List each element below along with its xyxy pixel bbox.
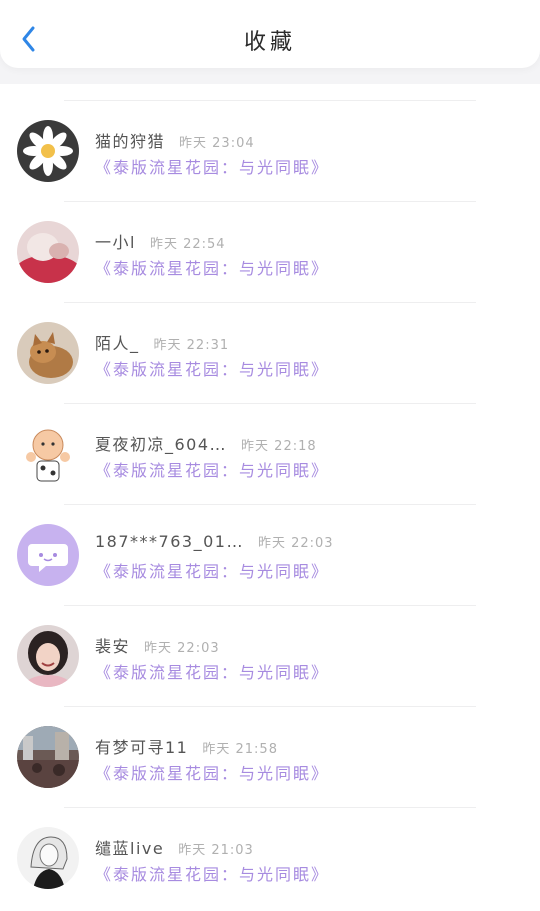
user-name[interactable]: 陌人_ (95, 334, 140, 353)
divider (64, 403, 476, 404)
divider (64, 302, 476, 303)
user-name[interactable]: 缱蓝live (95, 839, 164, 858)
collection-link[interactable]: 《泰版流星花园：与光同眠》 (95, 154, 329, 178)
collection-link[interactable]: 《泰版流星花园：与光同眠》 (95, 861, 329, 885)
divider (64, 201, 476, 202)
chat-bubble-avatar[interactable] (17, 524, 79, 586)
timestamp: 昨天 22:31 (153, 338, 230, 353)
collection-link[interactable]: 《泰版流星花园：与光同眠》 (95, 356, 329, 380)
timestamp: 昨天 22:18 (241, 439, 317, 454)
timestamp: 昨天 21:58 (202, 742, 278, 757)
timestamp: 昨天 22:03 (257, 536, 334, 551)
divider (64, 605, 476, 606)
daisy-avatar[interactable] (17, 120, 79, 182)
collection-link[interactable]: 《泰版流星花园：与光同眠》 (95, 255, 329, 279)
collection-link[interactable]: 《泰版流星花园：与光同眠》 (95, 659, 329, 683)
photo-avatar[interactable] (17, 221, 79, 283)
collection-link[interactable]: 《泰版流星花园：与光同眠》 (95, 558, 329, 582)
list-item[interactable]: 夏夜初凉_604… 昨天 22:18 《泰版流星花园：与光同眠》 (0, 387, 540, 488)
user-name[interactable]: 一小l (95, 233, 136, 252)
list-item[interactable]: 一小l 昨天 22:54 《泰版流星花园：与光同眠》 (0, 185, 540, 286)
divider (64, 807, 476, 808)
timestamp: 昨天 21:03 (178, 843, 254, 858)
list-item[interactable]: 猫的狩猎 昨天 23:04 《泰版流星花园：与光同眠》 (0, 84, 540, 185)
collection-link[interactable]: 《泰版流星花园：与光同眠》 (95, 760, 329, 784)
user-name[interactable]: 猫的狩猎 (95, 132, 165, 151)
street-avatar[interactable] (17, 726, 79, 788)
list-item[interactable]: 陌人_ 昨天 22:31 《泰版流星花园：与光同眠》 (0, 286, 540, 387)
cat-avatar[interactable] (17, 322, 79, 384)
divider (64, 504, 476, 505)
user-name[interactable]: 夏夜初凉_604… (95, 435, 227, 454)
timestamp: 昨天 23:04 (179, 136, 255, 151)
list-item[interactable]: 187***763_01… 昨天 22:03 《泰版流星花园：与光同眠》 (0, 488, 540, 589)
collection-link[interactable]: 《泰版流星花园：与光同眠》 (95, 457, 329, 481)
sketch-avatar[interactable] (17, 827, 79, 889)
timestamp: 昨天 22:54 (149, 237, 226, 252)
top-bar: 收藏 (0, 0, 540, 68)
user-name[interactable]: 有梦可寻11 (95, 738, 188, 757)
timestamp: 昨天 22:03 (144, 641, 220, 656)
list-item[interactable]: 缱蓝live 昨天 21:03 《泰版流星花园：与光同眠》 (0, 791, 540, 892)
user-name[interactable]: 裴安 (95, 637, 130, 656)
divider (64, 100, 476, 101)
girl-avatar[interactable] (17, 625, 79, 687)
user-name[interactable]: 187***763_01… (95, 532, 244, 551)
cartoon-avatar[interactable] (17, 423, 79, 485)
list-item[interactable]: 有梦可寻11 昨天 21:58 《泰版流星花园：与光同眠》 (0, 690, 540, 791)
page-title: 收藏 (243, 30, 296, 55)
list-item[interactable]: 裴安 昨天 22:03 《泰版流星花园：与光同眠》 (0, 589, 540, 690)
divider (64, 706, 476, 707)
favorites-list: 猫的狩猎 昨天 23:04 《泰版流星花园：与光同眠》 一小l 昨天 22:54 《… (0, 84, 540, 911)
